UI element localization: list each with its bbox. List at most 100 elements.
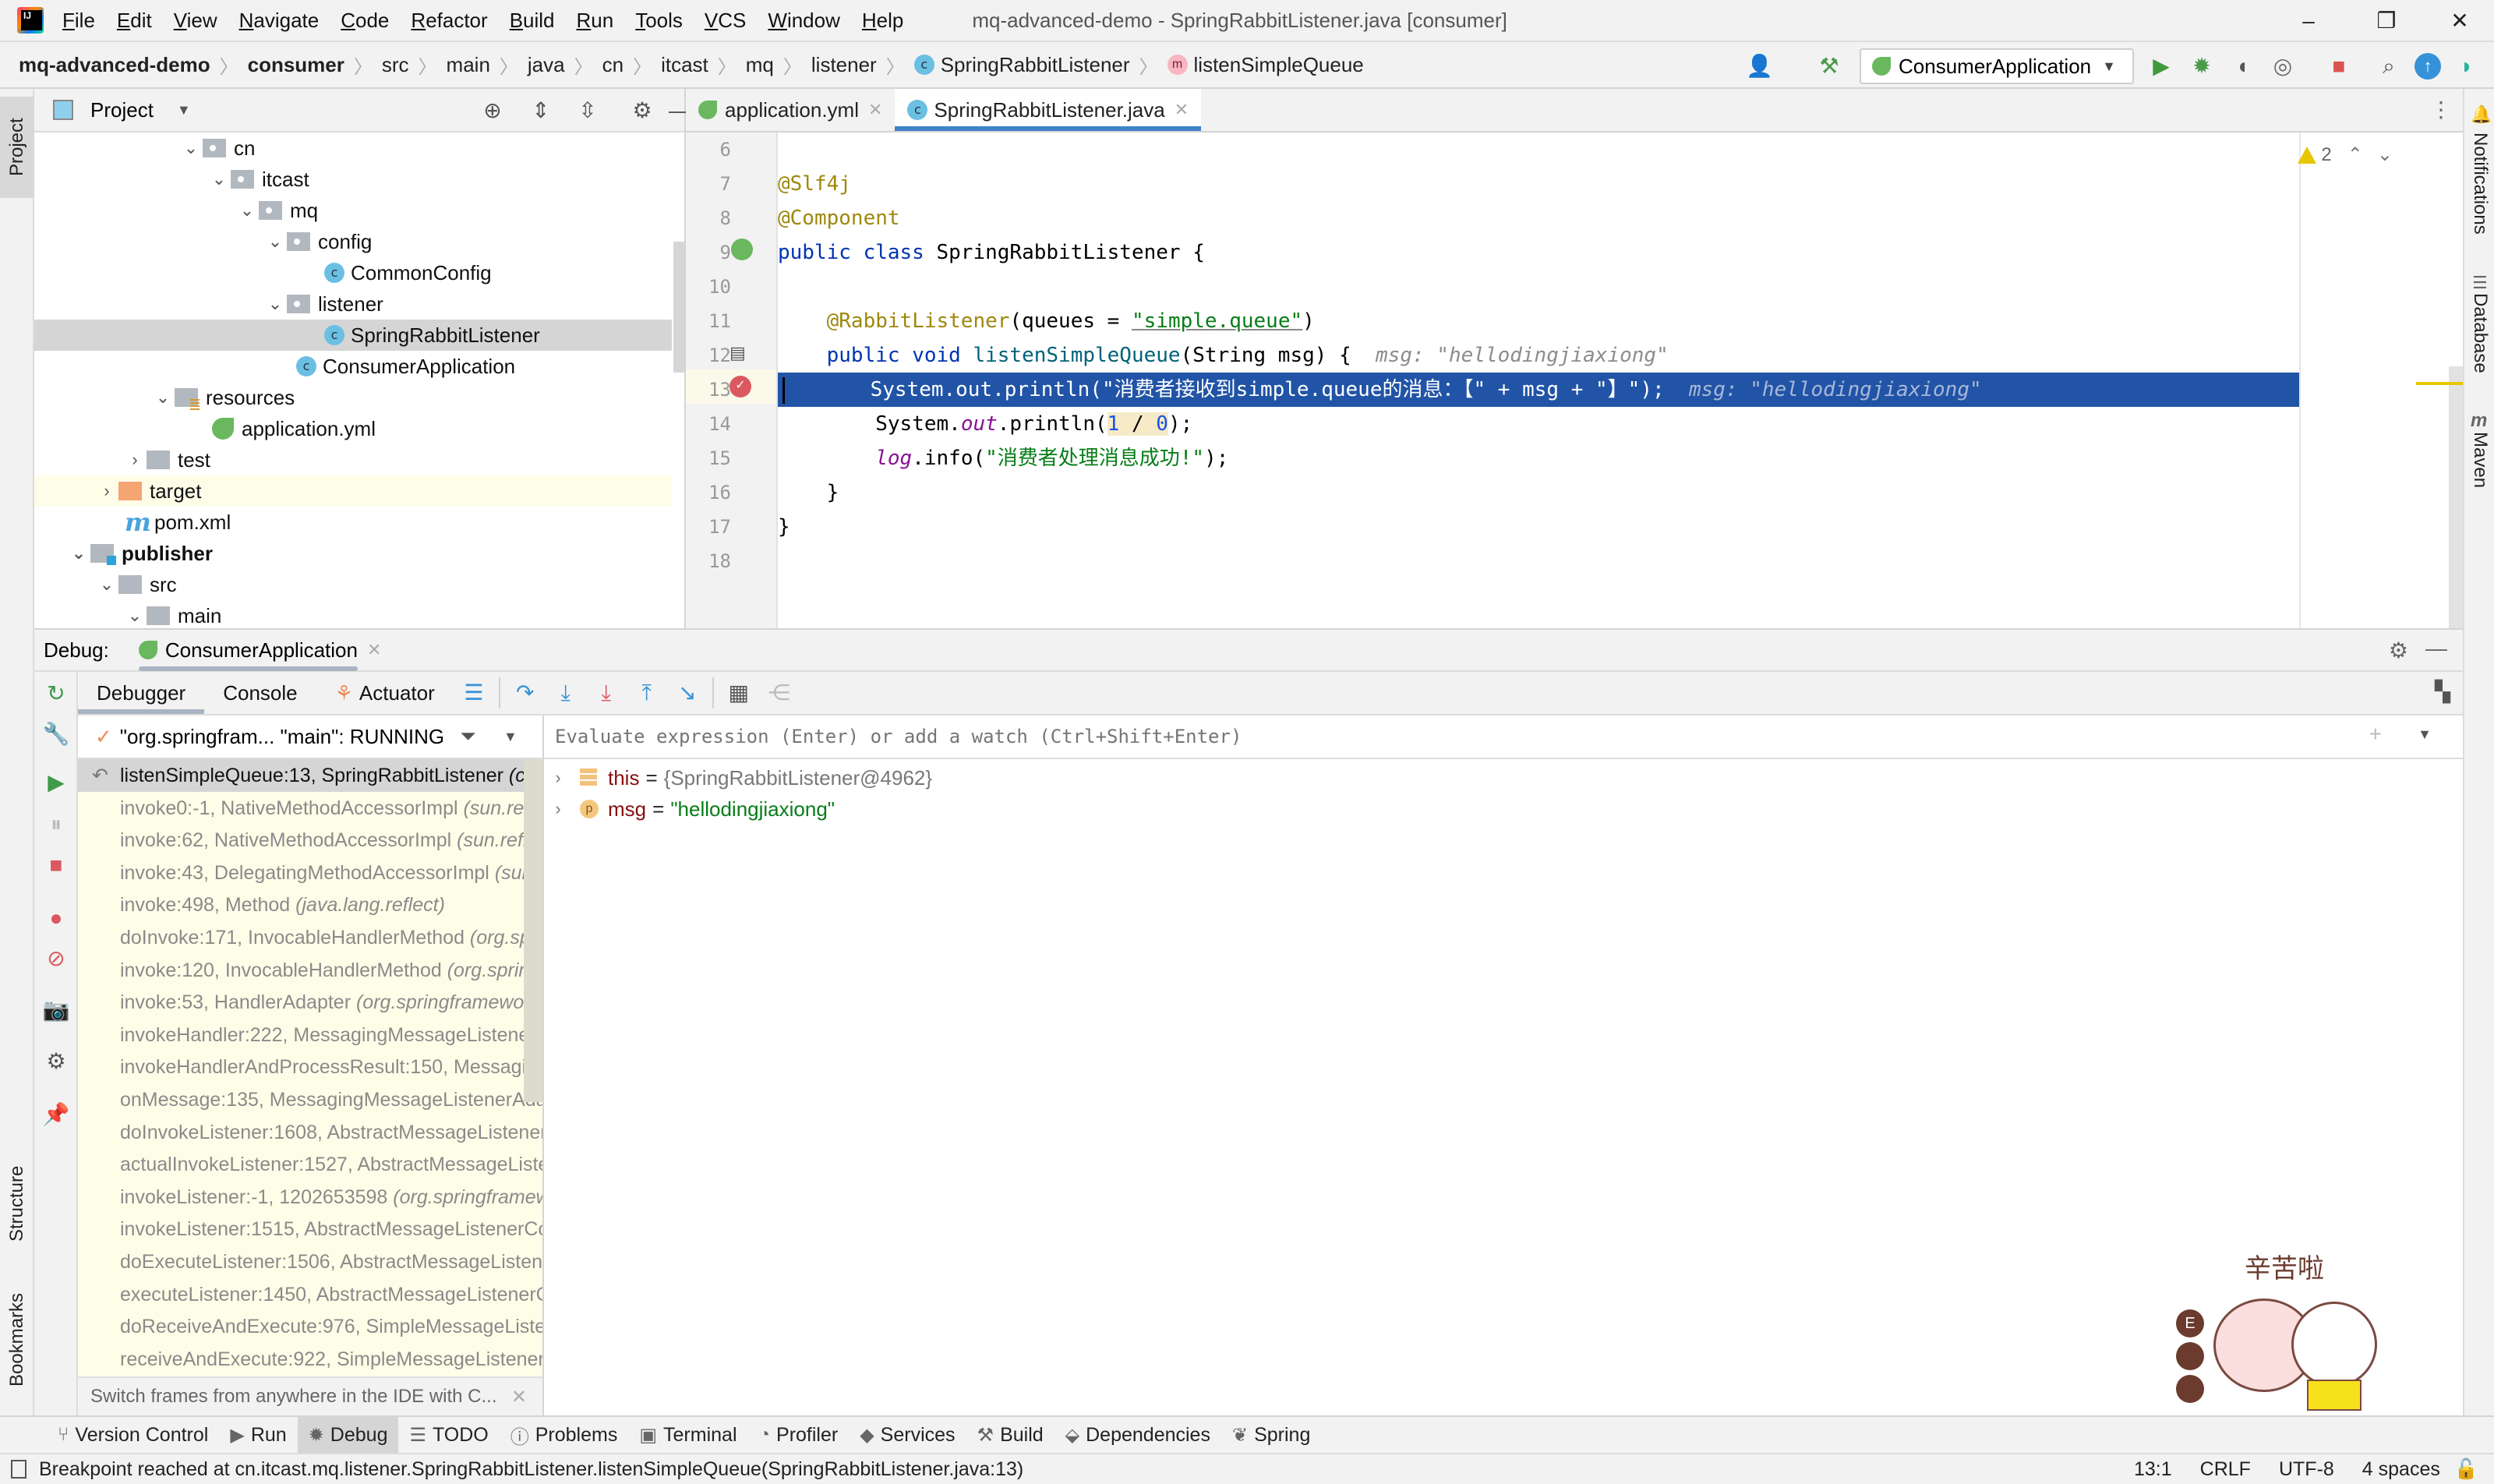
chevron-right-icon[interactable]: ›: [544, 768, 572, 788]
warnings-indicator[interactable]: 2 ⌃ ⌄: [2298, 143, 2393, 166]
evaluate-expression-input[interactable]: [555, 726, 2270, 747]
minimize-button[interactable]: –: [2293, 6, 2324, 37]
stack-frame[interactable]: invoke0:-1, NativeMethodAccessorImpl (su…: [78, 792, 542, 825]
tree-item-resources[interactable]: ⌄ resources: [34, 382, 672, 413]
locate-file-icon[interactable]: ⊕: [479, 97, 507, 125]
filter-icon[interactable]: ⏷: [460, 724, 476, 749]
tool-window-problems[interactable]: ⓘ Problems: [500, 1417, 629, 1453]
menu-window[interactable]: Window: [768, 9, 839, 33]
tree-item-test[interactable]: › test: [34, 444, 672, 475]
stack-frame[interactable]: invokeHandler:222, MessagingMessageListe…: [78, 1019, 542, 1051]
menu-vcs[interactable]: VCS: [705, 9, 746, 33]
close-icon[interactable]: ✕: [1175, 100, 1189, 120]
profile-icon[interactable]: ◎: [2270, 53, 2296, 80]
maven-tool-tab[interactable]: Maven: [2464, 432, 2494, 518]
close-icon[interactable]: ✕: [367, 640, 381, 660]
previous-highlight-icon[interactable]: ⌃: [2347, 143, 2363, 166]
status-toggle-icon[interactable]: [11, 1460, 26, 1479]
gear-icon[interactable]: ⚙: [628, 97, 656, 125]
run-to-cursor-icon[interactable]: ↘: [667, 677, 708, 708]
stack-frame[interactable]: invoke:62, NativeMethodAccessorImpl (sun…: [78, 824, 542, 857]
evaluate-expression-icon[interactable]: ▦: [719, 677, 759, 708]
modify-run-config-icon[interactable]: 🔧: [42, 720, 70, 748]
tool-window-services[interactable]: ◆ Services: [849, 1417, 966, 1453]
restore-button[interactable]: ❐: [2371, 6, 2402, 37]
stack-frame[interactable]: invokeHandlerAndProcessResult:150, Messa…: [78, 1051, 542, 1083]
tree-item-itcast[interactable]: ⌄ itcast: [34, 164, 672, 195]
search-icon[interactable]: ⌕: [2376, 53, 2402, 80]
stack-frame[interactable]: invoke:53, HandlerAdapter (org.springfra…: [78, 986, 542, 1019]
variable-row-msg[interactable]: › p msg = "hellodingjiaxiong": [544, 793, 835, 825]
stack-frame[interactable]: invoke:43, DelegatingMethodAccessorImpl …: [78, 857, 542, 889]
resume-icon[interactable]: ▶: [42, 768, 70, 797]
tree-item-pom-xml[interactable]: m pom.xml: [34, 507, 672, 538]
tab-springrabbitlistener-java[interactable]: c SpringRabbitListener.java ✕: [895, 89, 1202, 131]
chevron-down-icon[interactable]: ▼: [177, 102, 191, 118]
structure-tool-tab[interactable]: Structure: [0, 1133, 34, 1274]
tool-window-version-control[interactable]: ⑂ Version Control: [47, 1417, 219, 1453]
tool-window-terminal[interactable]: ▣ Terminal: [628, 1417, 747, 1453]
close-icon[interactable]: ✕: [511, 1386, 527, 1408]
tree-item-commonconfig[interactable]: c CommonConfig: [34, 257, 672, 288]
tree-item-publisher[interactable]: ⌄ publisher: [34, 538, 672, 569]
run-listener-gutter-icon[interactable]: ▤: [729, 343, 746, 363]
line-separator[interactable]: CRLF: [2200, 1458, 2251, 1481]
chevron-down-icon[interactable]: ▼: [503, 729, 518, 745]
tree-item-config[interactable]: ⌄ config: [34, 226, 672, 257]
next-highlight-icon[interactable]: ⌄: [2377, 143, 2393, 166]
menu-build[interactable]: Build: [510, 9, 555, 33]
warning-marker[interactable]: [2416, 382, 2463, 385]
chevron-down-icon[interactable]: ⌄: [179, 138, 203, 158]
tree-scrollbar[interactable]: [673, 242, 684, 373]
stack-frame[interactable]: invoke:120, InvocableHandlerMethod (org.…: [78, 954, 542, 987]
stack-frame[interactable]: invoke:498, Method (java.lang.reflect): [78, 889, 542, 921]
tab-application-yml[interactable]: application.yml ✕: [686, 89, 895, 131]
stack-frame[interactable]: doInvokeListener:1608, AbstractMessageLi…: [78, 1116, 542, 1149]
camera-icon[interactable]: 📷: [42, 996, 70, 1024]
evaluate-expression-field[interactable]: + ▼: [544, 716, 2463, 759]
breakpoint-icon[interactable]: ✓: [729, 376, 751, 398]
database-tool-tab[interactable]: Database: [2464, 293, 2494, 394]
tool-window-build[interactable]: ⚒ Build: [966, 1417, 1054, 1453]
tool-window-run[interactable]: ▶ Run: [219, 1417, 297, 1453]
tab-debugger[interactable]: Debugger: [78, 672, 205, 714]
chevron-down-icon[interactable]: ⌄: [123, 606, 147, 626]
tree-item-cn[interactable]: ⌄ cn: [34, 132, 672, 164]
tree-item-application-yml[interactable]: application.yml: [34, 413, 672, 444]
project-tool-tab[interactable]: Project: [0, 97, 34, 198]
breadcrumb-mq[interactable]: mq: [746, 53, 774, 77]
stack-frame[interactable]: onMessage:135, MessagingMessageListenerA…: [78, 1083, 542, 1116]
stack-frame[interactable]: ↶ listenSimpleQueue:13, SpringRabbitListe…: [78, 759, 542, 792]
chevron-down-icon[interactable]: ⌄: [207, 169, 231, 189]
chevron-down-icon[interactable]: ▼: [2418, 726, 2432, 743]
trace-stream-icon[interactable]: ⋲: [759, 677, 800, 708]
user-icon[interactable]: 👤: [1746, 53, 1773, 80]
stack-frame[interactable]: doInvoke:171, InvocableHandlerMethod (or…: [78, 921, 542, 954]
pin-icon[interactable]: 📌: [42, 1101, 70, 1129]
more-options-icon[interactable]: ⋮: [2430, 97, 2452, 122]
chevron-down-icon[interactable]: ⌄: [263, 231, 287, 252]
menu-navigate[interactable]: Navigate: [239, 9, 320, 33]
stack-frame[interactable]: doExecuteListener:1506, AbstractMessageL…: [78, 1246, 542, 1278]
gear-icon[interactable]: ⚙: [2389, 638, 2408, 663]
menu-edit[interactable]: Edit: [117, 9, 152, 33]
editor-scrollbar[interactable]: [2449, 366, 2463, 672]
expand-all-icon[interactable]: ⇕: [527, 97, 555, 125]
bookmarks-tool-tab[interactable]: Bookmarks: [0, 1274, 34, 1406]
debug-icon[interactable]: ✹: [2188, 53, 2215, 80]
collapse-all-icon[interactable]: ⇳: [574, 97, 602, 125]
mute-breakpoints-icon[interactable]: ⊘: [42, 945, 70, 973]
show-execution-point-icon[interactable]: ☰: [454, 677, 494, 708]
view-breakpoints-icon[interactable]: ●: [42, 904, 70, 932]
breadcrumb-java[interactable]: java: [528, 53, 565, 77]
force-step-into-icon[interactable]: ⤓: [586, 677, 627, 708]
run-configuration-select[interactable]: ConsumerApplication ▼: [1860, 48, 2134, 84]
tree-item-listener[interactable]: ⌄ listener: [34, 288, 672, 320]
settings-icon[interactable]: ⚙: [42, 1048, 70, 1076]
breadcrumb-class[interactable]: c SpringRabbitListener: [913, 53, 1130, 77]
menu-refactor[interactable]: Refactor: [411, 9, 487, 33]
stack-frame[interactable]: doReceiveAndExecute:976, SimpleMessageLi…: [78, 1310, 542, 1343]
chevron-right-icon[interactable]: ›: [544, 799, 572, 819]
tree-item-mq[interactable]: ⌄ mq: [34, 195, 672, 226]
chevron-right-icon[interactable]: ›: [95, 481, 118, 501]
